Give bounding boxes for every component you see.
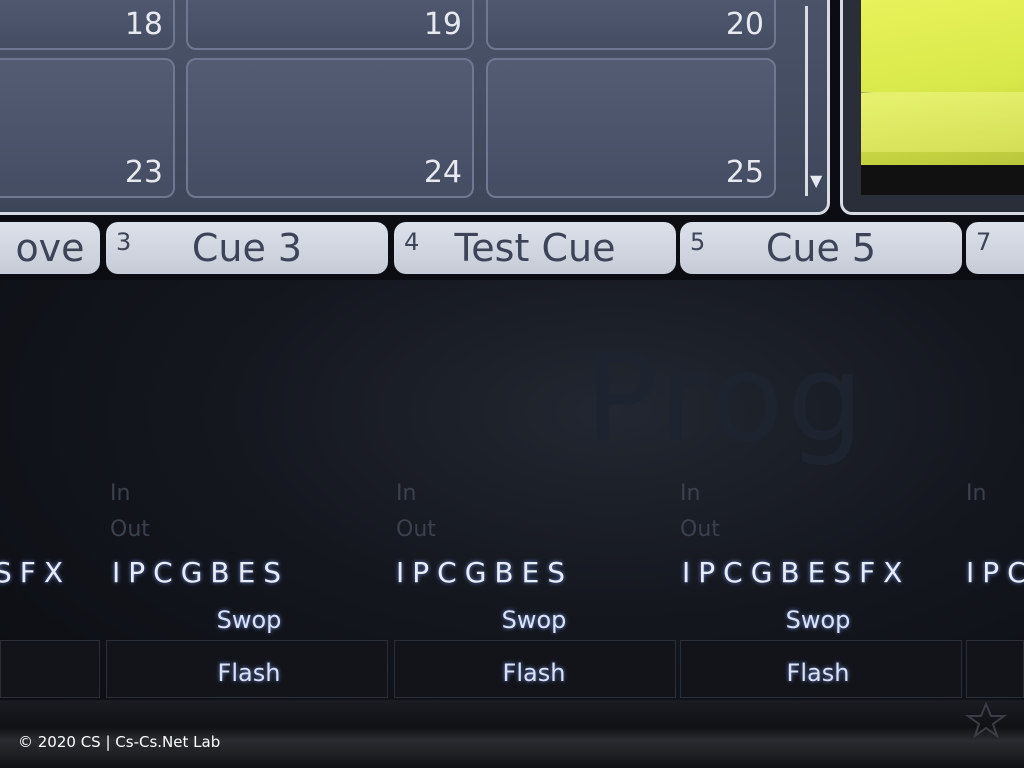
cue-cell-number: 23 — [124, 155, 163, 190]
cue-tab-name: Test Cue — [454, 226, 616, 270]
in-out-labels: In Out — [680, 476, 720, 548]
preview-pane — [840, 0, 1024, 215]
cue-cell[interactable]: 25 — [486, 58, 776, 198]
swop-button[interactable]: Swop — [768, 606, 868, 634]
cue-cell[interactable]: 20 — [486, 0, 776, 50]
playback-fader[interactable] — [0, 640, 100, 698]
cue-tab[interactable]: 4 Test Cue — [394, 222, 676, 274]
cue-grid: 18 19 20 23 24 25 ▼ — [0, 0, 830, 215]
in-label: In — [396, 481, 417, 506]
preview-bottom — [861, 165, 1024, 195]
flash-button[interactable]: Flash — [768, 659, 868, 687]
cue-cell[interactable]: 19 — [186, 0, 474, 50]
cue-tab-name: ove — [15, 226, 85, 270]
playback-fader[interactable] — [966, 640, 1024, 698]
cue-cell-number: 19 — [423, 7, 462, 42]
attribute-letters: IPC — [966, 556, 1024, 589]
flash-button[interactable]: Flash — [484, 659, 584, 687]
attribute-letters: IPCGBES — [396, 556, 574, 589]
flash-button[interactable]: Flash — [199, 659, 299, 687]
attribute-letters: IPCGBES — [112, 556, 290, 589]
in-out-labels: In Out — [110, 476, 150, 548]
swop-button[interactable]: Swop — [199, 606, 299, 634]
in-label: In — [680, 481, 701, 506]
cue-tab-index: 7 — [976, 228, 992, 256]
in-out-labels: In — [966, 476, 986, 512]
attribute-letters: SFX — [0, 556, 72, 589]
cue-cell-number: 25 — [725, 155, 764, 190]
out-label: Out — [110, 517, 150, 542]
out-label: Out — [680, 517, 720, 542]
cue-cell-number: 24 — [423, 155, 462, 190]
cue-tab[interactable]: 7 — [966, 222, 1024, 274]
photo-credit: © 2020 CS | Cs-Cs.Net Lab — [18, 733, 221, 751]
cue-tab[interactable]: 5 Cue 5 — [680, 222, 962, 274]
swop-button[interactable]: Swop — [484, 606, 584, 634]
star-logo-icon — [964, 701, 1008, 739]
cue-tab-name: Cue 3 — [191, 226, 303, 270]
out-label: Out — [396, 517, 436, 542]
cue-tab[interactable]: 3 Cue 3 — [106, 222, 388, 274]
background-text: Prog — [585, 330, 868, 469]
in-out-labels: In Out — [396, 476, 436, 548]
in-label: In — [110, 481, 131, 506]
cue-tab[interactable]: ove — [0, 222, 100, 274]
cue-cell[interactable]: 24 — [186, 58, 474, 198]
cue-cell-number: 20 — [725, 7, 764, 42]
cue-tab-name: Cue 5 — [765, 226, 877, 270]
cue-cell-number: 18 — [124, 7, 163, 42]
cue-tabs: ove 3 Cue 3 4 Test Cue 5 Cue 5 7 — [0, 218, 1024, 278]
preview-highlight — [861, 92, 1024, 152]
attribute-letters: IPCGBESFX — [682, 556, 911, 589]
in-label: In — [966, 481, 987, 506]
scroll-down-icon[interactable]: ▼ — [810, 171, 822, 190]
grid-scrollbar[interactable]: ▼ — [805, 6, 823, 196]
cue-cell[interactable]: 18 — [0, 0, 175, 50]
cue-cell[interactable]: 23 — [0, 58, 175, 198]
